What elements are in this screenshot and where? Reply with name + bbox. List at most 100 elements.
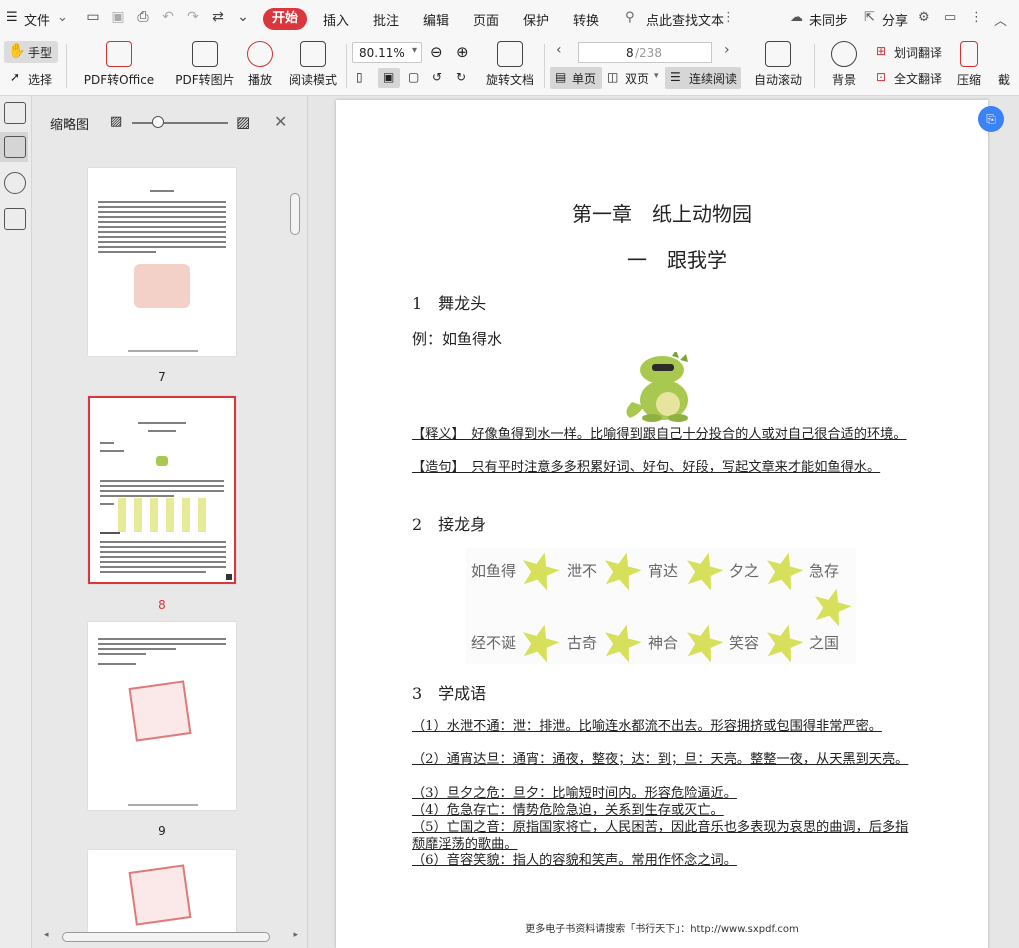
chain-word: 如鱼得 bbox=[471, 562, 517, 580]
redo-icon[interactable]: ↷ bbox=[185, 9, 201, 25]
thumbnail-page-7[interactable] bbox=[88, 168, 236, 356]
search-icon[interactable]: ⚲ bbox=[625, 10, 635, 25]
tab-start[interactable]: 开始 bbox=[263, 8, 307, 30]
chevron-down-icon[interactable]: ▾ bbox=[654, 71, 659, 81]
rotate-left-icon[interactable]: ↺ bbox=[432, 70, 442, 84]
thumb-size-slider[interactable] bbox=[132, 122, 228, 124]
scroll-right-icon[interactable]: ▸ bbox=[293, 930, 298, 940]
hand-tool[interactable]: 手型 bbox=[28, 44, 52, 61]
tab-protect[interactable]: 保护 bbox=[523, 10, 549, 29]
tab-edit[interactable]: 编辑 bbox=[423, 10, 449, 29]
compress-button[interactable]: 压缩 bbox=[954, 38, 984, 96]
more-chevron-icon[interactable]: ⌄ bbox=[235, 9, 251, 25]
slider-handle[interactable] bbox=[152, 116, 164, 128]
divider bbox=[66, 44, 67, 88]
thumbnail-icon[interactable] bbox=[4, 136, 26, 158]
thumb-vertical-scrollbar[interactable] bbox=[290, 156, 300, 926]
zoom-out-icon[interactable]: ⊖ bbox=[430, 43, 443, 61]
scroll-thumb[interactable] bbox=[290, 193, 300, 235]
search-box[interactable]: 点此查找文本 bbox=[646, 10, 724, 29]
zoom-in-icon[interactable]: ⊕ bbox=[456, 43, 469, 61]
settings-icon[interactable]: ⚙ bbox=[918, 10, 930, 25]
floating-tool-icon[interactable]: ⎘ bbox=[978, 106, 1004, 132]
small-thumb-icon[interactable]: ▨ bbox=[110, 114, 122, 129]
heading-3: 3 学成语 bbox=[412, 684, 487, 703]
pdf-to-office-label: PDF转Office bbox=[83, 73, 155, 87]
prev-page-icon[interactable]: ‹ bbox=[556, 42, 562, 58]
full-translate-button[interactable]: 全文翻译 bbox=[894, 70, 942, 87]
mini-dino bbox=[156, 456, 168, 466]
save-icon[interactable]: ▣ bbox=[110, 9, 126, 25]
more-vertical-icon[interactable]: ⋮ bbox=[970, 10, 983, 25]
tab-insert[interactable]: 插入 bbox=[323, 10, 349, 29]
rotate-document-button[interactable]: 旋转文档 bbox=[482, 38, 538, 96]
zoom-value: 80.11% bbox=[359, 46, 405, 60]
fit-width-icon[interactable]: ▢ bbox=[408, 70, 419, 84]
chain-word: 古奇 bbox=[567, 634, 598, 652]
compress-icon bbox=[960, 41, 978, 67]
sync-status[interactable]: 未同步 bbox=[809, 10, 848, 29]
read-mode-button[interactable]: 阅读模式 bbox=[286, 38, 340, 96]
thumbnail-label-selected: 8 bbox=[158, 598, 166, 612]
word-translate-icon: ⊞ bbox=[876, 44, 887, 58]
print-icon[interactable]: ⎙ bbox=[135, 9, 151, 25]
idiom-item: （1）水泄不通：泄：排泄。比喻连水都流不出去。形容拥挤或包围得非常严密。 bbox=[412, 719, 882, 734]
single-page-label: 单页 bbox=[572, 72, 597, 86]
pdf-to-image-button[interactable]: PDF转图片 bbox=[172, 38, 238, 96]
mini-heading bbox=[100, 532, 120, 534]
tab-convert[interactable]: 转换 bbox=[573, 10, 599, 29]
chapter-title: 第一章 纸上动物园 bbox=[572, 202, 752, 226]
more-icon[interactable]: ⋮ bbox=[722, 10, 735, 25]
thumbnail-page-8-selected[interactable] bbox=[88, 396, 236, 584]
image-icon bbox=[192, 41, 218, 67]
rotate-right-icon[interactable]: ↻ bbox=[456, 70, 466, 84]
convert-icon[interactable]: ⇄ bbox=[210, 9, 226, 25]
thumb-horizontal-scrollbar[interactable]: ◂ ▸ bbox=[42, 930, 300, 944]
single-page-icon: ▤ bbox=[555, 70, 567, 84]
collapse-ribbon-icon[interactable]: ︿ bbox=[994, 10, 1007, 29]
right-rail: ⎘ bbox=[978, 96, 1019, 948]
thumbnail-page-9[interactable] bbox=[88, 622, 236, 810]
moon-icon bbox=[831, 41, 857, 67]
open-folder-icon[interactable]: ▭ bbox=[85, 9, 101, 25]
zoom-select[interactable]: 80.11% ▾ bbox=[352, 42, 422, 63]
large-thumb-icon[interactable]: ▨ bbox=[236, 113, 250, 131]
thumbnail-panel: 缩略图 ▨ ▨ ✕ 7 8 9 bbox=[32, 96, 308, 948]
double-page-label[interactable]: 双页 bbox=[625, 70, 649, 87]
scroll-thumb[interactable] bbox=[62, 932, 270, 942]
continuous-icon: ☰ bbox=[670, 70, 681, 84]
chevron-down-icon[interactable]: ⌄ bbox=[57, 10, 68, 25]
annotation-icon[interactable] bbox=[4, 172, 26, 194]
undo-icon[interactable]: ↶ bbox=[160, 9, 176, 25]
comment-icon[interactable]: ▭ bbox=[944, 10, 956, 25]
mini-chain bbox=[118, 498, 208, 532]
chain-word: 经不诞 bbox=[471, 634, 517, 652]
capture-button[interactable]: 截 bbox=[994, 38, 1014, 96]
share-button[interactable]: 分享 bbox=[882, 10, 908, 29]
double-page-icon[interactable]: ◫ bbox=[607, 70, 618, 84]
share-icon: ⇱ bbox=[864, 10, 875, 25]
autoscroll-button[interactable]: 自动滚动 bbox=[748, 38, 808, 96]
attachment-icon[interactable] bbox=[4, 208, 26, 230]
star-icon bbox=[814, 588, 852, 626]
hamburger-icon[interactable]: ☰ bbox=[6, 10, 18, 25]
play-button[interactable]: 播放 bbox=[242, 38, 278, 96]
left-side-bar bbox=[0, 96, 32, 948]
word-translate-button[interactable]: 划词翻译 bbox=[894, 44, 942, 61]
thumbnail-page-10[interactable] bbox=[88, 850, 236, 932]
next-page-icon[interactable]: › bbox=[724, 42, 730, 58]
pdf-office-icon bbox=[106, 41, 132, 67]
file-menu[interactable]: 文件 bbox=[24, 10, 50, 29]
actual-size-icon[interactable]: ▯ bbox=[356, 70, 363, 84]
scroll-left-icon[interactable]: ◂ bbox=[44, 930, 49, 940]
background-button[interactable]: 背景 bbox=[824, 38, 864, 96]
outline-icon[interactable] bbox=[4, 102, 26, 124]
select-tool[interactable]: 选择 bbox=[28, 71, 52, 88]
close-icon[interactable]: ✕ bbox=[274, 112, 287, 131]
page-number-input[interactable]: 8 /238 bbox=[578, 42, 712, 63]
idiom-item: （4）危急存亡：情势危险急迫，关系到生存或灭亡。 bbox=[412, 803, 724, 818]
pdf-to-office-button[interactable]: PDF转Office bbox=[78, 38, 160, 96]
tab-page[interactable]: 页面 bbox=[473, 10, 499, 29]
tab-comment[interactable]: 批注 bbox=[373, 10, 399, 29]
heading-2: 2 接龙身 bbox=[412, 515, 487, 534]
